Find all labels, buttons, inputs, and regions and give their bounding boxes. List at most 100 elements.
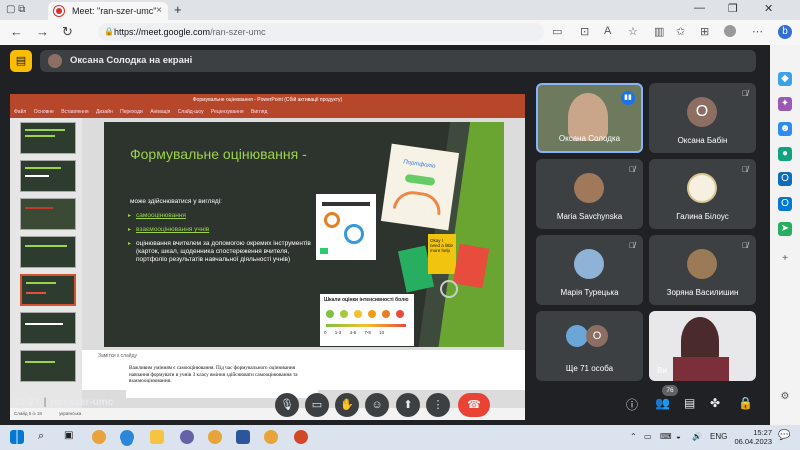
participant-name: Оксана Бабін [677, 136, 728, 145]
browser-chrome: ▢ ⧉ Meet: "ran-szer-umc" × + — ❐ ✕ ← → ↻… [0, 0, 800, 45]
address-bar-row: ← → ↻ 🔒 https://meet.google.com/ran-szer… [0, 20, 800, 45]
back-icon[interactable]: ← [10, 24, 23, 39]
shared-screen: Формувальне оцінювання - PowerPoint (Сбі… [10, 94, 525, 420]
tab-close-icon[interactable]: × [156, 5, 162, 16]
language-indicator[interactable]: ENG [710, 432, 727, 441]
maximize-button[interactable]: ❐ [728, 2, 738, 15]
chrome-icon[interactable] [208, 430, 222, 444]
participant-name: Ще 71 особа [565, 364, 614, 373]
favorite-icon[interactable]: ☆ [628, 25, 638, 38]
help-card: Okay I need a little more help [428, 234, 456, 274]
tab-meet[interactable]: Meet: "ran-szer-umc" × [48, 2, 168, 20]
games-icon[interactable]: ● [778, 147, 792, 161]
person-icon[interactable]: ☻ [778, 122, 792, 136]
windows-start-icon[interactable] [10, 430, 24, 444]
participant-tile-speaking[interactable]: ▮▮ Оксана Солодка [536, 83, 643, 153]
chat-icon[interactable]: ▤ [684, 396, 695, 410]
participant-tile-others[interactable]: О Ще 71 особа [536, 311, 643, 381]
participant-name: Maria Savchynska [556, 212, 623, 221]
participant-tile[interactable]: 🎙̸ Зоряна Василишин [649, 235, 756, 305]
new-tab-button[interactable]: + [174, 2, 182, 17]
participant-name: Зоряна Василишин [666, 288, 739, 297]
read-aloud-icon[interactable]: A [604, 25, 611, 37]
send-icon[interactable]: ➤ [778, 222, 792, 236]
office-icon[interactable]: O [778, 172, 792, 186]
notifications-icon[interactable]: 💬 [778, 430, 790, 441]
tools-icon[interactable]: ✦ [778, 97, 792, 111]
file-explorer-icon[interactable] [150, 430, 164, 444]
settings-icon[interactable]: ⚙ [778, 390, 792, 404]
slide-thumbnail [20, 122, 76, 154]
participant-photo [574, 173, 604, 203]
skype-icon[interactable] [180, 430, 194, 444]
forward-icon[interactable]: → [36, 24, 49, 39]
meet-area: ▤ Оксана Солодка на екрані Формувальне о… [0, 45, 770, 425]
url-field[interactable]: 🔒 https://meet.google.com/ran-szer-umc [98, 23, 544, 41]
microphone-button[interactable]: 🎙 [275, 393, 299, 417]
people-icon[interactable]: 👥 [655, 396, 670, 410]
slide-thumbnail [20, 160, 76, 192]
ribbon-tab: Слайд-шоу [177, 109, 204, 115]
participant-tile[interactable]: 🎙̸ Maria Savchynska [536, 159, 643, 229]
reload-icon[interactable]: ↻ [62, 24, 73, 40]
slide-canvas: Формувальне оцінювання - може здійснюват… [104, 122, 504, 347]
raise-hand-button[interactable]: ✋ [335, 393, 359, 417]
camera-permission-icon[interactable]: ▭ [552, 25, 562, 38]
mic-off-icon: 🎙̸ [742, 241, 748, 250]
minimize-button[interactable]: — [694, 2, 705, 14]
participant-tile[interactable]: 🎙̸ Галина Білоус [649, 159, 756, 229]
camera-button[interactable]: ▭ [305, 393, 329, 417]
host-controls-icon[interactable]: 🔒 [738, 396, 753, 410]
favorites-icon[interactable]: ✩ [676, 25, 685, 38]
word-icon[interactable] [236, 430, 250, 444]
tag-icon[interactable]: ◆ [778, 72, 792, 86]
taskbar-time: 15:27 [753, 428, 772, 437]
edge-icon[interactable] [120, 430, 134, 444]
more-options-button[interactable]: ⋮ [426, 393, 450, 417]
participant-tile-self[interactable]: Ви [649, 311, 756, 381]
url-path: /ran-szer-umc [210, 27, 266, 37]
chrome-icon[interactable] [92, 430, 106, 444]
ribbon-tab: Основне [33, 109, 54, 115]
powerpoint-ribbon: Файл Основне Вставлення Дизайн Переходи … [10, 106, 525, 118]
network-icon[interactable]: ◒ [676, 432, 681, 441]
taskbar-clock[interactable]: 15:27 06.04.2023 [730, 428, 772, 446]
participant-photo [574, 249, 604, 279]
participant-tile[interactable]: 🎙̸ О Оксана Бабін [649, 83, 756, 153]
portfolio-image: Портфоліо [380, 143, 460, 231]
participant-name: Марія Турецька [560, 288, 619, 297]
bing-icon[interactable]: b [778, 25, 792, 39]
slide-bullet: ▸ взаємооцінювання учнів [128, 226, 210, 233]
outlook-icon[interactable]: O [778, 197, 792, 211]
activities-icon[interactable]: ✤ [710, 396, 720, 410]
cast-icon[interactable]: ⊡ [580, 25, 589, 38]
ribbon-tab: Файл [14, 109, 27, 115]
info-icon[interactable]: ⓘ [626, 396, 638, 413]
leave-call-button[interactable]: ☎ [458, 393, 490, 417]
tray-expand-icon[interactable]: ⌃ [630, 432, 637, 441]
volume-icon[interactable]: 🔊 [692, 432, 702, 441]
powerpoint-icon[interactable] [294, 430, 308, 444]
emoji-button[interactable]: ☺ [365, 393, 389, 417]
add-icon[interactable]: + [778, 252, 792, 266]
edge-sidebar: b ◆ ✦ ☻ ● O O ➤ + ⚙ [770, 25, 800, 425]
slide-subtitle: може здійснюватися у вигляді: [130, 198, 222, 205]
participant-name: Ви [657, 366, 667, 375]
search-icon[interactable]: ⌕ [38, 430, 44, 443]
ribbon-tab: Рецензування [211, 109, 244, 115]
participant-name: Галина Білоус [676, 212, 729, 221]
keyboard-icon[interactable]: ⌨ [660, 432, 672, 441]
profile-avatar[interactable] [724, 25, 736, 37]
workspace-icon[interactable]: ▢ ⧉ [6, 4, 25, 15]
chrome-icon[interactable] [264, 430, 278, 444]
participant-tile[interactable]: 🎙̸ Марія Турецька [536, 235, 643, 305]
present-button[interactable]: ⬆ [396, 393, 420, 417]
close-window-button[interactable]: ✕ [764, 2, 773, 15]
slide-thumbnail [20, 312, 76, 344]
more-icon[interactable]: ⋯ [752, 25, 763, 38]
task-view-icon[interactable]: ▣ [64, 430, 73, 441]
split-screen-icon[interactable]: ▥ [654, 25, 664, 38]
screen-share-icon[interactable]: ▭ [644, 432, 652, 441]
presenting-banner: Оксана Солодка на екрані [40, 50, 756, 72]
collections-icon[interactable]: ⊞ [700, 25, 709, 38]
